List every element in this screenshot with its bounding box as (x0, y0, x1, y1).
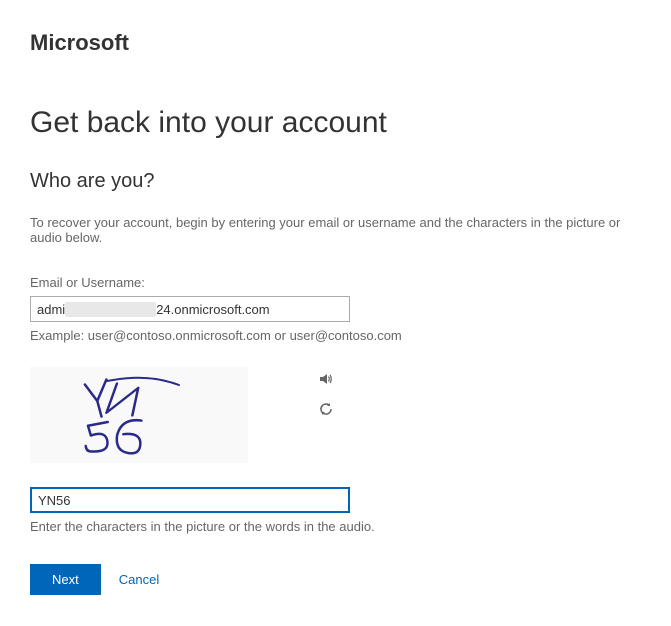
email-redacted: xxxxxxxxxxxxxx (65, 302, 156, 317)
email-input[interactable]: admixxxxxxxxxxxxxx24.onmicrosoft.com (30, 296, 350, 322)
instructions-text: To recover your account, begin by enteri… (30, 215, 641, 245)
page-title: Get back into your account (30, 106, 641, 140)
cancel-link[interactable]: Cancel (119, 572, 159, 587)
refresh-icon[interactable] (318, 401, 334, 417)
email-value-suffix: 24.onmicrosoft.com (156, 302, 269, 317)
audio-icon[interactable] (318, 371, 334, 387)
brand-logo: Microsoft (30, 30, 641, 56)
email-value-prefix: admi (37, 302, 65, 317)
page-subtitle: Who are you? (30, 170, 641, 193)
next-button[interactable]: Next (30, 564, 101, 595)
email-label: Email or Username: (30, 275, 641, 290)
email-example: Example: user@contoso.onmicrosoft.com or… (30, 328, 641, 343)
captcha-help: Enter the characters in the picture or t… (30, 519, 641, 534)
captcha-input[interactable] (30, 487, 350, 513)
captcha-image (30, 367, 248, 463)
